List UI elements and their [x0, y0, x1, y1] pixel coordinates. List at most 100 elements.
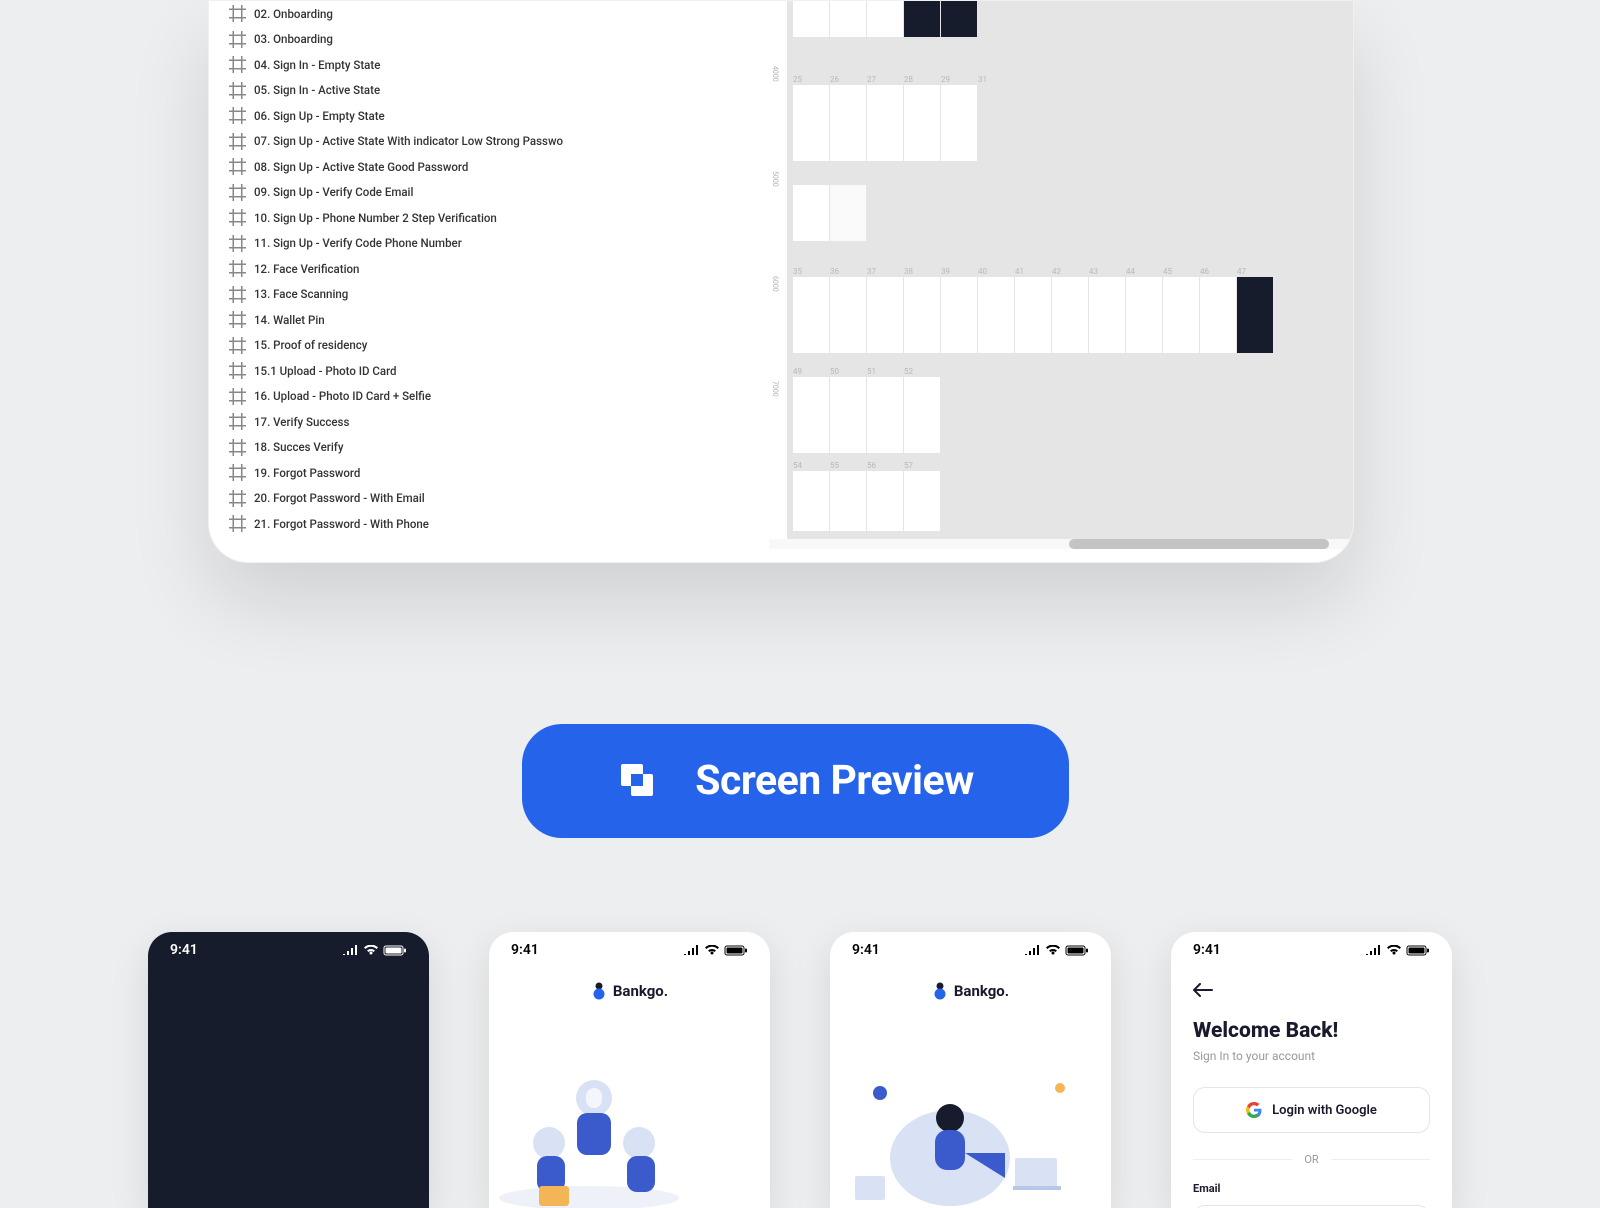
wifi-icon — [1386, 945, 1402, 956]
layer-item[interactable]: 07. Sign Up - Active State With indicato… — [223, 129, 563, 155]
status-bar: 9:41 — [1171, 932, 1452, 968]
phone-onboarding-1: 9:41 Bankgo. — [489, 932, 770, 1208]
layer-label: 15. Proof of residency — [254, 338, 367, 352]
wifi-icon — [1045, 945, 1061, 956]
status-time: 9:41 — [852, 942, 880, 958]
frame-icon — [229, 31, 246, 48]
status-icons — [1365, 945, 1430, 956]
artboard-row: 54555657 — [793, 471, 940, 531]
google-icon — [1246, 1102, 1262, 1118]
frame-icon — [229, 337, 246, 354]
status-bar: 9:41 — [148, 932, 429, 968]
onboarding-illustration — [489, 1058, 770, 1208]
wifi-icon — [363, 945, 379, 956]
wifi-icon — [704, 945, 720, 956]
ruler-tick: 7000 — [771, 381, 779, 397]
layer-item[interactable]: 08. Sign Up - Active State Good Password — [223, 154, 563, 180]
phone-splash: 9:41 — [148, 932, 429, 1208]
layer-item[interactable]: 18. Succes Verify — [223, 435, 563, 461]
ruler-tick: 6000 — [771, 276, 779, 292]
status-time: 9:41 — [170, 942, 198, 958]
frame-icon — [229, 158, 246, 175]
battery-icon — [1406, 945, 1430, 956]
artboard-row: 35363738394041424344454647 — [793, 277, 1273, 353]
layer-label: 21. Forgot Password - With Phone — [254, 517, 429, 531]
layer-label: 10. Sign Up - Phone Number 2 Step Verifi… — [254, 211, 497, 225]
frame-icon — [229, 311, 246, 328]
layer-item[interactable]: 02. Onboarding — [223, 1, 563, 27]
frame-icon — [229, 515, 246, 532]
layer-item[interactable]: 15. Proof of residency — [223, 333, 563, 359]
frame-icon — [229, 362, 246, 379]
status-time: 9:41 — [511, 942, 539, 958]
layer-label: 13. Face Scanning — [254, 287, 348, 301]
status-bar: 9:41 — [830, 932, 1111, 968]
frame-icon — [229, 388, 246, 405]
brand-logo: Bankgo. — [489, 982, 770, 1000]
frame-icon — [229, 5, 246, 22]
frame-icon — [229, 107, 246, 124]
layer-label: 11. Sign Up - Verify Code Phone Number — [254, 236, 462, 250]
layer-item[interactable]: 09. Sign Up - Verify Code Email — [223, 180, 563, 206]
back-button[interactable] — [1193, 978, 1430, 1003]
battery-icon — [724, 945, 748, 956]
layer-label: 16. Upload - Photo ID Card + Selfie — [254, 389, 431, 403]
welcome-subtitle: Sign In to your account — [1193, 1049, 1430, 1063]
layer-item[interactable]: 04. Sign In - Empty State — [223, 52, 563, 78]
frame-icon — [229, 82, 246, 99]
figma-preview-panel: 02. Onboarding 03. Onboarding 04. Sign In … — [208, 0, 1354, 563]
layer-label: 08. Sign Up - Active State Good Password — [254, 160, 468, 174]
layer-item[interactable]: 14. Wallet Pin — [223, 307, 563, 333]
layer-item[interactable]: 19. Forgot Password — [223, 460, 563, 486]
phone-sign-in: 9:41 Welcome Back! Sign In to your accou… — [1171, 932, 1452, 1208]
layer-item[interactable]: 13. Face Scanning — [223, 282, 563, 308]
status-time: 9:41 — [1193, 942, 1221, 958]
frame-icon — [229, 235, 246, 252]
status-icons — [342, 945, 407, 956]
status-bar: 9:41 — [489, 932, 770, 968]
frame-icon — [229, 260, 246, 277]
or-text: OR — [1304, 1153, 1318, 1166]
login-google-button[interactable]: Login with Google — [1193, 1087, 1430, 1133]
layer-label: 09. Sign Up - Verify Code Email — [254, 185, 413, 199]
layer-item[interactable]: 03. Onboarding — [223, 27, 563, 53]
signal-icon — [1365, 945, 1382, 956]
preview-button-label: Screen Preview — [695, 757, 974, 805]
brand-icon — [591, 982, 607, 1000]
status-icons — [1024, 945, 1089, 956]
artboard-row: 252627282931 — [793, 85, 1014, 161]
layer-item[interactable]: 05. Sign In - Active State — [223, 78, 563, 104]
arrow-left-icon — [1193, 983, 1213, 997]
scrollbar-thumb[interactable] — [1069, 539, 1329, 549]
screen-preview-button[interactable]: Screen Preview — [522, 724, 1069, 838]
layer-label: 02. Onboarding — [254, 7, 333, 21]
layer-item[interactable]: 10. Sign Up - Phone Number 2 Step Verifi… — [223, 205, 563, 231]
layer-item[interactable]: 15.1 Upload - Photo ID Card — [223, 358, 563, 384]
layer-label: 15.1 Upload - Photo ID Card — [254, 364, 397, 378]
ruler-tick: 4000 — [771, 66, 779, 82]
brand-logo: Bankgo. — [830, 982, 1111, 1000]
layer-item[interactable]: 12. Face Verification — [223, 256, 563, 282]
layer-item[interactable]: 16. Upload - Photo ID Card + Selfie — [223, 384, 563, 410]
horizontal-scrollbar[interactable] — [769, 539, 1354, 549]
battery-icon — [383, 945, 407, 956]
signal-icon — [342, 945, 359, 956]
phone-onboarding-2: 9:41 Bankgo. — [830, 932, 1111, 1208]
layer-item[interactable]: 17. Verify Success — [223, 409, 563, 435]
brand-name: Bankgo. — [613, 982, 668, 1000]
ruler-tick: 5000 — [771, 171, 779, 187]
or-divider: OR — [1193, 1153, 1430, 1166]
layer-label: 20. Forgot Password - With Email — [254, 491, 425, 505]
layer-label: 14. Wallet Pin — [254, 313, 325, 327]
layer-item[interactable]: 06. Sign Up - Empty State — [223, 103, 563, 129]
layer-item[interactable]: 11. Sign Up - Verify Code Phone Number — [223, 231, 563, 257]
welcome-title: Welcome Back! — [1193, 1019, 1430, 1043]
layer-item[interactable]: 21. Forgot Password - With Phone — [223, 511, 563, 537]
copy-icon — [617, 760, 659, 802]
layers-panel: 02. Onboarding 03. Onboarding 04. Sign In … — [223, 1, 563, 548]
layer-label: 19. Forgot Password — [254, 466, 360, 480]
layer-label: 03. Onboarding — [254, 32, 333, 46]
google-button-label: Login with Google — [1272, 1103, 1377, 1118]
figma-canvas[interactable]: 4000 5000 6000 7000 252627282931 3536373… — [769, 1, 1354, 541]
layer-item[interactable]: 20. Forgot Password - With Email — [223, 486, 563, 512]
